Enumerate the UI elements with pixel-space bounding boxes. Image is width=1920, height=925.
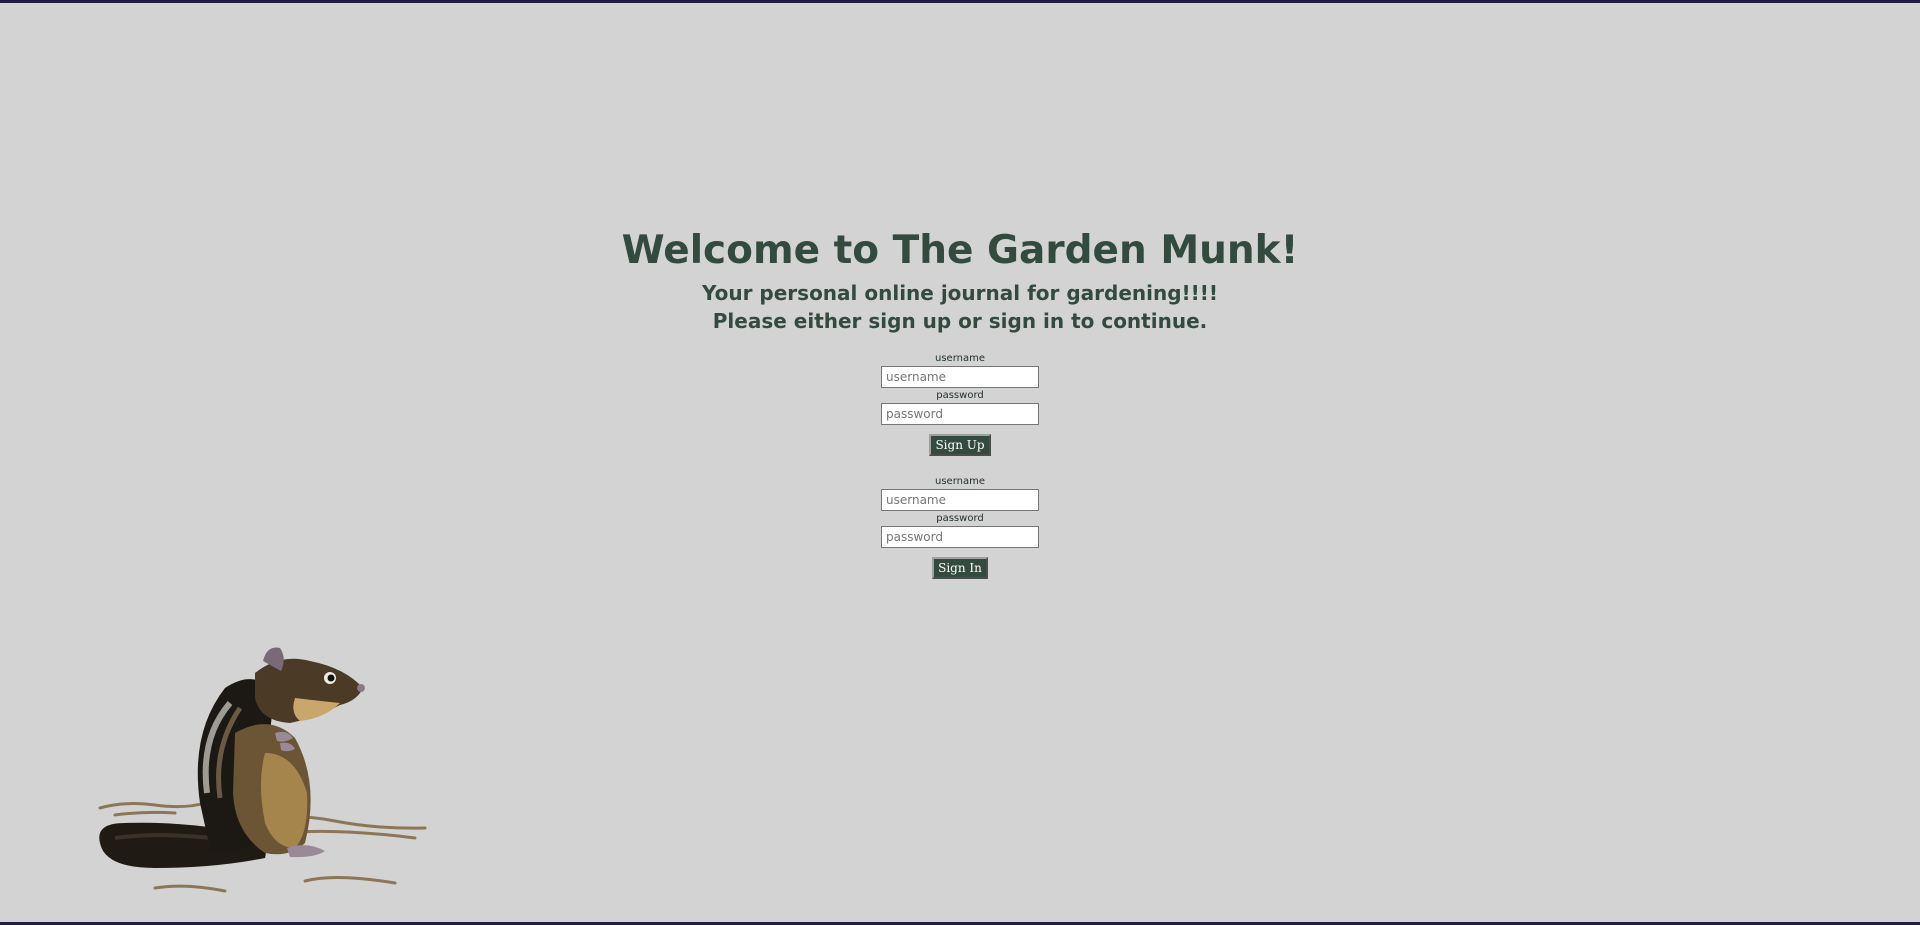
signup-password-label: password <box>936 390 984 401</box>
signin-form: username password Sign In <box>0 474 1920 579</box>
signin-username-input[interactable] <box>881 489 1039 511</box>
sign-up-button[interactable]: Sign Up <box>929 434 991 456</box>
signup-password-input[interactable] <box>881 403 1039 425</box>
tagline: Your personal online journal for gardeni… <box>701 281 1219 305</box>
signup-form: username password Sign Up <box>0 351 1920 456</box>
sign-in-button[interactable]: Sign In <box>932 557 988 579</box>
signup-username-input[interactable] <box>881 366 1039 388</box>
page-title: Welcome to The Garden Munk! <box>621 228 1299 273</box>
signin-password-label: password <box>936 513 984 524</box>
signin-username-label: username <box>935 476 985 487</box>
main-content: Welcome to The Garden Munk! Your persona… <box>0 223 1920 579</box>
signin-prompt: Please either sign up or sign in to cont… <box>712 309 1208 333</box>
signin-password-input[interactable] <box>881 526 1039 548</box>
chipmunk-illustration <box>98 647 427 893</box>
signup-username-label: username <box>935 353 985 364</box>
